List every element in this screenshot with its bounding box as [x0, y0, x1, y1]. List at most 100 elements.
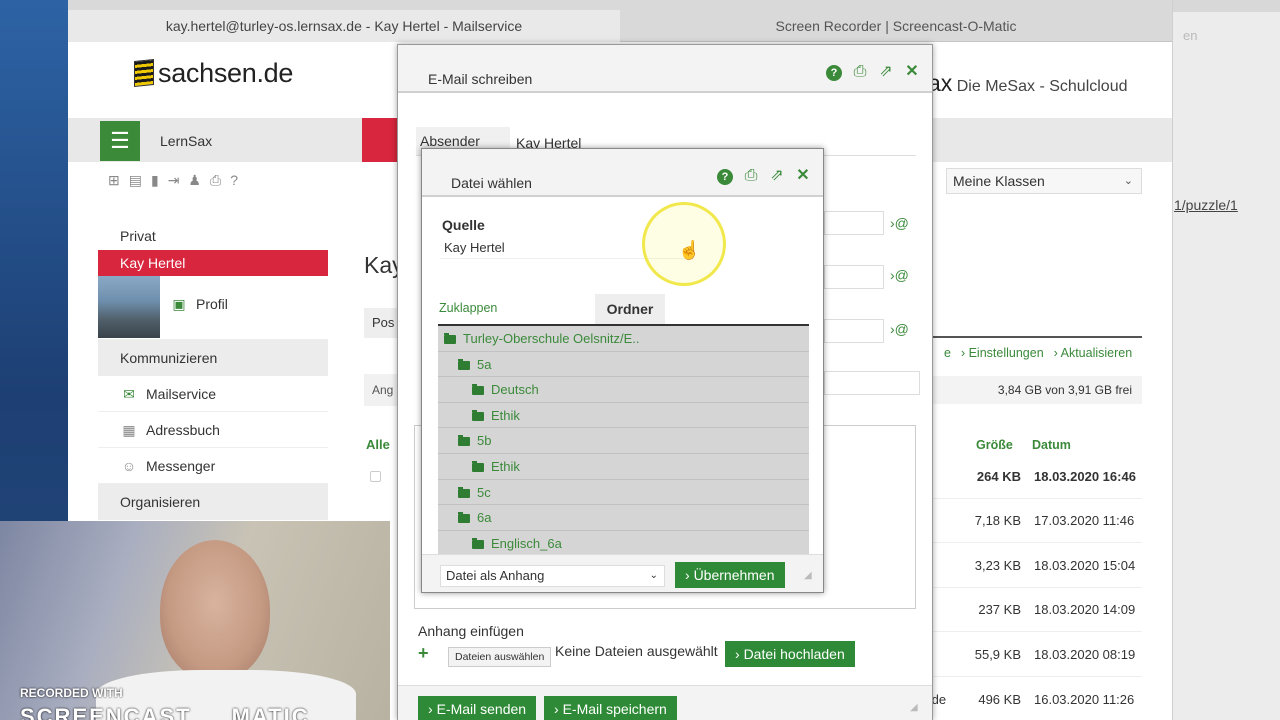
tab-ordner[interactable]: Ordner — [595, 294, 665, 324]
collapse-link[interactable]: Zuklappen — [439, 301, 497, 315]
help-icon[interactable]: ? — [230, 172, 247, 188]
tree-folder[interactable]: 5a — [438, 351, 809, 378]
hand-cursor-icon: ☝ — [678, 240, 701, 260]
action-partial[interactable]: e — [944, 346, 951, 360]
file-dialog-title: Datei wählen — [451, 175, 532, 191]
table-row[interactable]: 237 KB 18.03.2020 14:09 — [930, 588, 1142, 632]
coat-of-arms-icon — [134, 58, 154, 88]
tree-folder[interactable]: 6a — [438, 505, 809, 531]
popout-icon[interactable]: ⇗ — [873, 61, 899, 81]
tree-folder-label: Englisch_6a — [491, 535, 562, 551]
avatar[interactable] — [98, 276, 160, 338]
file-dialog-icons: ? ⎙ ⇗ ✕ — [712, 165, 816, 185]
profile-link[interactable]: ▣ Profil — [170, 296, 228, 313]
print-icon[interactable]: ⎙ — [210, 172, 230, 188]
recipient-input[interactable] — [824, 211, 884, 235]
sidebar-item-adressbuch[interactable]: ▦ Adressbuch — [98, 412, 328, 448]
tree-folder[interactable]: 5b — [438, 428, 809, 454]
tree-folder[interactable]: 5c — [438, 479, 809, 506]
tab-posteingang[interactable]: Pos — [364, 308, 398, 338]
background-window: + en — [1158, 0, 1280, 720]
file-date: 17.03.2020 11:46 — [1034, 513, 1135, 528]
col-size-header[interactable]: Größe — [976, 438, 1013, 452]
compose-title: E-Mail schreiben — [428, 71, 533, 87]
sidebar-item-messenger[interactable]: ☺ Messenger — [98, 448, 328, 484]
tree-folder[interactable]: Ethik — [438, 453, 809, 480]
tree-folder[interactable]: Ethik — [438, 402, 809, 429]
tree-folder-label: 5c — [477, 484, 491, 500]
group-icon[interactable]: ♟ — [188, 172, 210, 188]
table-row[interactable]: 7,18 KB 17.03.2020 11:46 — [930, 499, 1142, 543]
file-size: 3,23 KB — [974, 558, 1021, 573]
messenger-icon: ☺ — [121, 458, 137, 474]
col-date-header[interactable]: Datum — [1032, 438, 1071, 452]
brand-tagline: ax Die MeSax - Schulcloud — [928, 70, 1128, 97]
send-button[interactable]: E-Mail senden — [418, 696, 537, 720]
bookmark-icon[interactable]: ▮ — [151, 172, 168, 188]
no-files-text: Keine Dateien ausgewählt — [555, 643, 718, 659]
apply-button[interactable]: Übernehmen — [675, 562, 785, 588]
menu-icon[interactable]: ☰ — [100, 121, 140, 161]
folder-icon — [458, 486, 470, 498]
file-date: 18.03.2020 15:04 — [1034, 558, 1136, 573]
action-aktualisieren[interactable]: › Aktualisieren — [1054, 346, 1133, 360]
file-date: 18.03.2020 08:19 — [1034, 647, 1136, 662]
tree-icon[interactable]: ⊞ — [108, 172, 129, 188]
close-icon[interactable]: ✕ — [899, 61, 925, 81]
save-button[interactable]: E-Mail speichern — [544, 696, 677, 720]
nav-red-tab[interactable] — [362, 118, 398, 162]
table-row[interactable]: 496 KB 16.03.2020 11:26 — [930, 678, 1142, 720]
resize-grip-icon[interactable]: ◢ — [804, 570, 812, 581]
nav-lernsax[interactable]: LernSax — [160, 133, 212, 149]
tree-folder[interactable]: Turley-Oberschule Oelsnitz/E.. — [438, 326, 809, 352]
row-checkbox[interactable] — [370, 471, 381, 482]
popout-icon[interactable]: ⇗ — [764, 165, 790, 185]
tab-bar: kay.hertel@turley-os.lernsax.de - Kay He… — [68, 0, 1172, 42]
address-book-link[interactable]: ›@ — [890, 267, 909, 283]
table-row[interactable]: 3,23 KB 18.03.2020 15:04 — [930, 544, 1142, 588]
upload-button[interactable]: Datei hochladen — [725, 641, 855, 667]
list-icon[interactable]: ▤ — [129, 172, 151, 188]
watermark-word: SCREENCAST — [20, 704, 192, 720]
tab-screencast[interactable]: Screen Recorder | Screencast-O-Matic — [620, 10, 1172, 42]
tree-folder-label: Deutsch — [491, 382, 539, 398]
add-attachment-icon[interactable]: + — [418, 643, 429, 664]
tree-folder-label: Ethik — [491, 458, 520, 474]
sidebar-section-organisieren: Organisieren — [98, 484, 328, 520]
print-icon[interactable]: ⎙ — [847, 63, 873, 81]
table-row[interactable]: 264 KB 18.03.2020 16:46 — [930, 455, 1142, 499]
choose-files-button[interactable]: Dateien auswählen — [448, 647, 552, 667]
webcam-person — [160, 540, 270, 680]
compose-header-icons: ? ⎙ ⇗ ✕ — [821, 61, 925, 81]
login-icon[interactable]: ⇥ — [168, 172, 189, 188]
cc-input[interactable] — [824, 265, 884, 289]
select-all-link[interactable]: Alle — [366, 437, 390, 452]
sidebar-user-active[interactable]: Kay Hertel — [98, 250, 328, 276]
sidebar-item-mailservice[interactable]: ✉ Mailservice — [98, 376, 328, 412]
folder-open-icon — [444, 333, 456, 344]
watermark-recorded: RECORDED WITH — [20, 686, 123, 700]
folder-icon — [472, 384, 484, 396]
classes-select[interactable]: Meine Klassen ⌄ — [946, 168, 1142, 194]
tab-mailservice[interactable]: kay.hertel@turley-os.lernsax.de - Kay He… — [68, 10, 620, 42]
folder-icon — [458, 512, 470, 524]
subject-input[interactable] — [824, 371, 920, 395]
tree-folder[interactable]: Deutsch — [438, 377, 809, 403]
profile-link-label: Profil — [196, 296, 228, 312]
tree-folder[interactable]: Englisch_6a — [438, 530, 809, 556]
close-icon[interactable]: ✕ — [790, 165, 816, 185]
resize-grip-icon[interactable]: ◢ — [910, 702, 918, 713]
sachsen-logo[interactable]: sachsen.de — [134, 58, 293, 89]
attach-mode-select[interactable]: Datei als Anhang ⌄ — [440, 565, 665, 587]
print-icon[interactable]: ⎙ — [738, 167, 764, 185]
action-einstellungen[interactable]: › Einstellungen — [961, 346, 1044, 360]
puzzle-link[interactable]: 1/puzzle/1 — [1174, 197, 1238, 213]
file-date: 16.03.2020 11:26 — [1034, 692, 1135, 707]
bcc-input[interactable] — [824, 319, 884, 343]
address-book-link[interactable]: ›@ — [890, 215, 909, 231]
address-book-link[interactable]: ›@ — [890, 321, 909, 337]
file-date: 18.03.2020 14:09 — [1034, 602, 1136, 617]
help-icon[interactable]: ? — [821, 63, 847, 81]
table-row[interactable]: 55,9 KB 18.03.2020 08:19 — [930, 633, 1142, 677]
help-icon[interactable]: ? — [712, 167, 738, 185]
